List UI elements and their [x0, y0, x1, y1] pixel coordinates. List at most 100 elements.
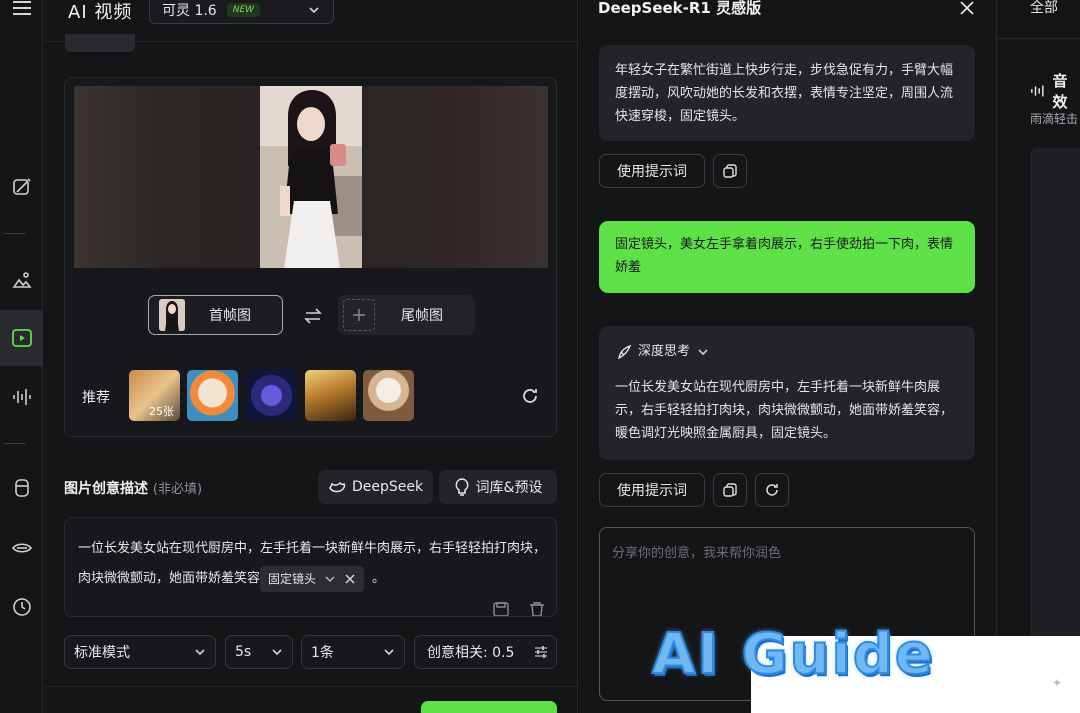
camera-tag-label: 固定镜头 — [268, 571, 317, 586]
think-icon — [618, 344, 632, 359]
copy-icon — [723, 483, 737, 497]
video-gen-icon[interactable] — [0, 310, 43, 366]
video-settings-panel: AI 视频 可灵 1.6 NEW 首帧图 尾帧图 推荐 25张 图片创意描述 (… — [43, 0, 578, 713]
plus-icon — [343, 299, 375, 331]
use-prompt-button[interactable]: 使用提示词 — [599, 154, 705, 188]
sparkle-icon: ✦ — [1052, 676, 1063, 690]
user-message-text: 固定镜头，美女左手拿着肉展示，右手使劲拍一下肉，表情娇羞 — [615, 237, 954, 275]
presets-label: 词库&预设 — [475, 480, 543, 496]
refresh-icon[interactable] — [520, 386, 540, 406]
optional-label: (非必填) — [152, 482, 203, 497]
creativity-setting[interactable]: 创意相关: 0.5 — [414, 635, 557, 669]
chevron-down-icon — [195, 649, 205, 656]
image-edit-icon[interactable] — [0, 167, 43, 207]
deepseek-icon — [329, 481, 346, 493]
use-prompt-label: 使用提示词 — [617, 164, 687, 180]
recommend-thumb-2[interactable] — [187, 370, 238, 421]
last-frame-button[interactable]: 尾帧图 — [338, 295, 475, 335]
generate-button[interactable] — [421, 701, 557, 713]
count-select[interactable]: 1条 — [301, 635, 405, 669]
menu-icon[interactable] — [0, 0, 43, 28]
library-panel: 全部 音效 雨滴轻击 — [997, 0, 1080, 713]
trash-icon[interactable] — [528, 602, 546, 616]
chevron-down-icon[interactable] — [324, 573, 336, 585]
chevron-down-icon — [309, 7, 319, 14]
copy-button[interactable] — [713, 473, 747, 507]
copy-button[interactable] — [713, 154, 747, 188]
sound-effects-title: 音效 — [1052, 72, 1068, 111]
chat-title: DeepSeek-R1 灵感版 — [598, 0, 762, 17]
lip-sync-icon[interactable] — [0, 528, 43, 568]
preview-photo — [260, 86, 362, 268]
image-preview[interactable] — [74, 86, 548, 268]
tab-stub[interactable] — [65, 34, 135, 52]
recommend-thumb-5[interactable] — [363, 370, 414, 421]
description-text[interactable]: 一位长发美女站在现代厨房中，左手托着一块新鲜牛肉展示，右手轻轻拍打肉块，肉块微微… — [78, 534, 546, 594]
deepseek-label: DeepSeek — [351, 479, 424, 495]
description-title: 图片创意描述 (非必填) — [64, 478, 202, 498]
page-title: AI 视频 — [68, 2, 133, 23]
chevron-down-icon — [272, 649, 282, 656]
regenerate-button[interactable] — [755, 473, 789, 507]
user-message: 固定镜头，美女左手拿着肉展示，右手使劲拍一下肉，表情娇羞 — [599, 221, 975, 293]
divider — [4, 233, 26, 234]
description-title-text: 图片创意描述 — [64, 481, 148, 497]
chevron-down-icon — [698, 348, 708, 355]
duration-value: 5s — [235, 644, 252, 660]
last-frame-label: 尾帧图 — [401, 308, 443, 324]
deep-think-label: 深度思考 — [638, 344, 691, 359]
ai-reply-card: 深度思考 一位长发美女站在现代厨房中，左手托着一块新鲜牛肉展示，右手轻轻拍打肉块… — [599, 326, 975, 460]
left-rail — [0, 0, 43, 713]
use-prompt-label: 使用提示词 — [617, 483, 687, 499]
description-actions — [492, 602, 546, 616]
first-frame-button[interactable]: 首帧图 — [148, 295, 283, 335]
close-icon[interactable] — [958, 0, 976, 17]
recommend-thumb-3[interactable] — [246, 370, 297, 421]
sliders-icon — [535, 646, 547, 658]
description-end: 。 — [372, 571, 386, 586]
history-icon[interactable] — [0, 587, 43, 627]
refresh-icon — [766, 484, 778, 496]
camera-tag[interactable]: 固定镜头 — [260, 565, 365, 592]
recommend-label: 推荐 — [82, 390, 110, 406]
sound-card[interactable] — [1030, 148, 1080, 648]
sound-effects-section: 音效 — [1030, 70, 1080, 112]
chevron-down-icon — [384, 649, 394, 656]
ai-message-text: 年轻女子在繁忙街道上快步行走，步伐急促有力，手臂大幅度摆动，风吹动她的长发和衣摆… — [615, 63, 954, 124]
divider — [997, 38, 1080, 39]
audio-icon[interactable] — [0, 377, 43, 417]
description-input[interactable]: 一位长发美女站在现代厨房中，左手托着一块新鲜牛肉展示，右手轻轻拍打肉块，肉块微微… — [64, 517, 557, 617]
model-select[interactable]: 可灵 1.6 NEW — [149, 0, 334, 24]
ai-message: 年轻女子在繁忙街道上快步行走，步伐急促有力，手臂大幅度摆动，风吹动她的长发和衣摆… — [599, 45, 975, 141]
recommend-thumb-1[interactable]: 25张 — [129, 370, 180, 421]
mode-value: 标准模式 — [74, 645, 130, 661]
recommend-count: 25张 — [149, 405, 174, 418]
deepseek-button[interactable]: DeepSeek — [318, 470, 433, 504]
use-prompt-button[interactable]: 使用提示词 — [599, 473, 705, 507]
duration-select[interactable]: 5s — [225, 635, 293, 669]
divider — [4, 443, 26, 444]
copy-icon — [723, 164, 737, 178]
tab-all[interactable]: 全部 — [1030, 0, 1058, 17]
deepseek-chat-panel: DeepSeek-R1 灵感版 年轻女子在繁忙街道上快步行走，步伐急促有力，手臂… — [579, 0, 997, 713]
recommend-thumb-4[interactable] — [305, 370, 356, 421]
save-icon[interactable] — [492, 602, 510, 616]
character-icon[interactable] — [0, 468, 43, 508]
new-badge: NEW — [226, 3, 261, 17]
image-upload-card: 首帧图 尾帧图 推荐 25张 — [64, 77, 557, 437]
deep-think-toggle[interactable]: 深度思考 — [616, 340, 710, 363]
first-frame-label: 首帧图 — [209, 308, 251, 324]
audio-icon — [1031, 85, 1044, 97]
watermark-logo: AI Guide — [651, 621, 935, 688]
close-icon[interactable] — [344, 573, 356, 585]
first-frame-thumbnail — [159, 299, 185, 331]
presets-button[interactable]: 词库&预设 — [439, 470, 557, 504]
count-value: 1条 — [311, 645, 334, 661]
creativity-label: 创意相关: 0.5 — [427, 645, 515, 661]
image-gen-icon[interactable] — [0, 260, 43, 300]
sound-subtitle: 雨滴轻击 — [1030, 112, 1079, 126]
ai-reply-text: 一位长发美女站在现代厨房中，左手托着一块新鲜牛肉展示，右手轻轻拍打肉块，肉块微微… — [615, 380, 954, 441]
divider — [43, 686, 578, 687]
swap-icon[interactable] — [303, 306, 323, 326]
mode-select[interactable]: 标准模式 — [64, 635, 216, 669]
